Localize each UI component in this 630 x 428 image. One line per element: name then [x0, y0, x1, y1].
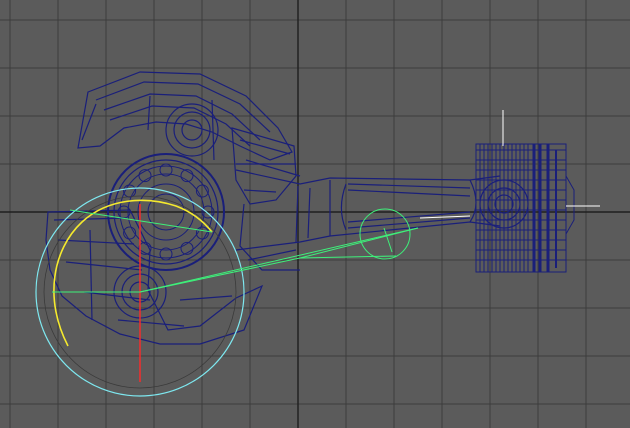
top-viewport[interactable]: [0, 0, 630, 428]
piston[interactable]: [475, 143, 575, 273]
viewport-canvas[interactable]: [0, 0, 630, 428]
crankshaft-counterweight[interactable]: [45, 71, 300, 345]
yellow-arc-gizmo[interactable]: [53, 199, 213, 347]
